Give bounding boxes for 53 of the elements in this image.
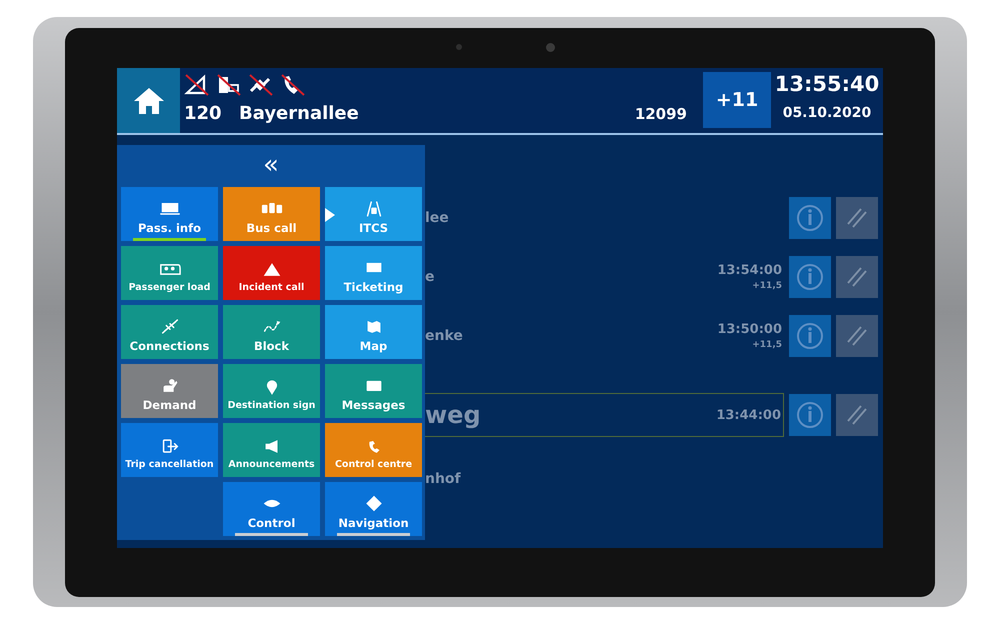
menu-tile[interactable]: Pass. info xyxy=(121,187,218,241)
menu-tile[interactable]: Control centre xyxy=(325,423,422,477)
clock-time: 13:55:40 xyxy=(774,72,880,96)
stop-name: lee xyxy=(425,210,449,226)
stop-delay: +11,5 xyxy=(752,340,782,350)
info-icon xyxy=(795,262,825,292)
line-number: 120 xyxy=(184,103,223,124)
signal-icon xyxy=(184,73,210,97)
sensor-icon xyxy=(456,44,462,50)
stop-time: 13:54:00 xyxy=(717,262,782,278)
camera-icon xyxy=(546,43,555,52)
skip-button[interactable] xyxy=(836,256,878,298)
menu-tile[interactable]: Passenger load xyxy=(121,246,218,300)
menu-tile[interactable]: Map xyxy=(325,305,422,359)
info-button[interactable] xyxy=(789,256,831,298)
home-button[interactable] xyxy=(117,68,180,133)
info-button[interactable] xyxy=(789,314,831,356)
collapse-button[interactable]: « xyxy=(253,145,289,185)
info-icon xyxy=(795,202,825,232)
satellite-icon xyxy=(248,73,274,97)
menu-tile[interactable]: Ticketing xyxy=(325,246,422,300)
phone-icon xyxy=(280,73,306,97)
menu-tile[interactable]: Block xyxy=(223,305,320,359)
home-icon xyxy=(132,86,166,116)
menu-tile[interactable]: Announcements xyxy=(223,423,320,477)
menu-tile[interactable]: Control xyxy=(223,482,320,536)
menu-tile[interactable]: Bus call xyxy=(223,187,320,241)
stop-name: nhof xyxy=(425,470,461,486)
stop-time: 13:50:00 xyxy=(717,322,782,336)
info-button[interactable] xyxy=(789,394,831,436)
skip-button[interactable] xyxy=(836,196,878,238)
skip-button[interactable] xyxy=(836,314,878,356)
stop-time: 13:44:00 xyxy=(716,408,781,422)
stop-name: Bayernallee xyxy=(239,103,360,124)
info-icon xyxy=(795,400,825,430)
menu-tile[interactable]: Connections xyxy=(121,305,218,359)
menu-tile[interactable]: Messages xyxy=(325,364,422,418)
menu-tile[interactable]: Demand xyxy=(121,364,218,418)
skip-button[interactable] xyxy=(836,394,878,436)
delay-badge: +11 xyxy=(703,72,771,128)
info-button[interactable] xyxy=(789,196,831,238)
stop-name: enke xyxy=(425,328,463,344)
stop-delay: +11,5 xyxy=(752,280,782,290)
menu-tile[interactable]: Navigation xyxy=(325,482,422,536)
stop-name: weg xyxy=(425,401,481,429)
menu-tile[interactable]: Incident call xyxy=(223,246,320,300)
vehicle-number: 12099 xyxy=(634,104,687,122)
menu-tile[interactable]: Trip cancellation xyxy=(121,423,218,477)
info-icon xyxy=(795,320,825,350)
menu-tile[interactable]: ITCS xyxy=(325,187,422,241)
clock-date: 05.10.2020 xyxy=(782,105,872,121)
menu-tile[interactable]: Destination sign xyxy=(223,364,320,418)
stop-name: e xyxy=(425,268,434,284)
